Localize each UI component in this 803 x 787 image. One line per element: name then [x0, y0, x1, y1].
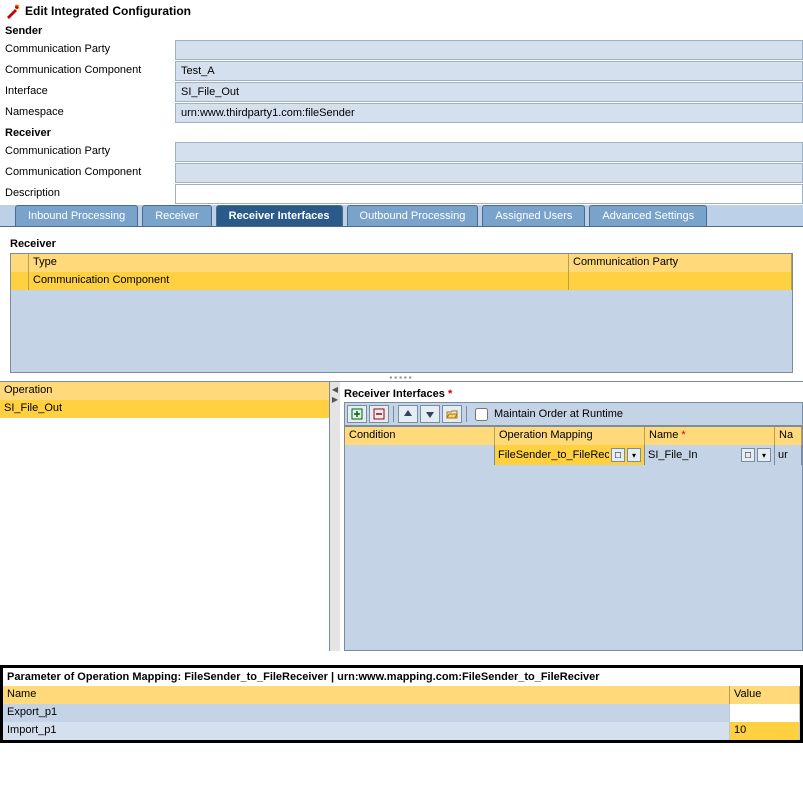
- sender-comm-party-label: Communication Party: [0, 40, 175, 60]
- splitter-right-icon[interactable]: ▶: [331, 396, 339, 404]
- param-value-export[interactable]: [730, 704, 800, 722]
- receiver-row-party[interactable]: [569, 272, 792, 290]
- receiver-comm-party-label: Communication Party: [0, 142, 175, 162]
- ri-cell-ns[interactable]: ur: [775, 445, 802, 465]
- sender-namespace-field[interactable]: urn:www.thirdparty1.com:fileSender: [175, 103, 803, 123]
- param-value-import[interactable]: 10: [730, 722, 800, 740]
- required-icon: *: [448, 388, 452, 400]
- sender-comm-comp-field[interactable]: Test_A: [175, 61, 803, 81]
- tab-outbound-processing[interactable]: Outbound Processing: [347, 205, 479, 226]
- move-up-button[interactable]: [398, 405, 418, 423]
- sender-comm-party-field[interactable]: [175, 40, 803, 60]
- delete-row-button[interactable]: [369, 405, 389, 423]
- ri-table-header: Condition Operation Mapping Name * Na: [345, 427, 802, 445]
- open-button[interactable]: [442, 405, 462, 423]
- add-row-button[interactable]: [347, 405, 367, 423]
- ri-table-row[interactable]: FileSender_to_FileRec ☐ ▾ SI_File_In ☐ ▾…: [345, 445, 802, 465]
- receiver-table-header: Type Communication Party: [11, 254, 792, 272]
- receiver-comm-comp-field[interactable]: [175, 163, 803, 183]
- ri-cell-opmap[interactable]: FileSender_to_FileRec ☐ ▾: [495, 445, 645, 465]
- receiver-interfaces-pane: Receiver Interfaces * Maintain Order at …: [340, 382, 803, 651]
- param-col-value[interactable]: Value: [730, 686, 800, 704]
- ri-col-condition[interactable]: Condition: [345, 427, 495, 445]
- sender-section-label: Sender: [0, 22, 803, 40]
- ri-toolbar: Maintain Order at Runtime: [344, 402, 803, 426]
- horizontal-splitter[interactable]: ▪▪▪▪▪: [0, 373, 803, 381]
- operation-pane: Operation SI_File_Out: [0, 382, 330, 651]
- value-help-icon[interactable]: ☐: [611, 448, 625, 462]
- ri-cell-name-text: SI_File_In: [648, 449, 739, 461]
- receiver-col-party[interactable]: Communication Party: [569, 254, 792, 272]
- vertical-splitter[interactable]: ◀ ▶: [330, 382, 340, 651]
- param-col-name[interactable]: Name: [3, 686, 730, 704]
- required-icon: *: [681, 429, 685, 441]
- ri-cell-opmap-text: FileSender_to_FileRec: [498, 449, 609, 461]
- ri-col-ns[interactable]: Na: [775, 427, 802, 445]
- receiver-table: Type Communication Party Communication C…: [10, 253, 793, 373]
- param-name-import: Import_p1: [3, 722, 730, 740]
- window-title: Edit Integrated Configuration: [25, 4, 191, 18]
- ri-col-opmap[interactable]: Operation Mapping: [495, 427, 645, 445]
- parameter-header: Name Value: [3, 686, 800, 704]
- receiver-col-type[interactable]: Type: [29, 254, 569, 272]
- sender-interface-field[interactable]: SI_File_Out: [175, 82, 803, 102]
- split-pane: Operation SI_File_Out ◀ ▶ Receiver Inter…: [0, 381, 803, 651]
- receiver-section-label: Receiver: [0, 124, 803, 142]
- tab-assigned-users[interactable]: Assigned Users: [482, 205, 585, 226]
- dropdown-icon[interactable]: ▾: [627, 448, 641, 462]
- wand-icon: [5, 3, 21, 19]
- receiver-comm-comp-label: Communication Component: [0, 163, 175, 183]
- ri-table: Condition Operation Mapping Name * Na Fi…: [344, 426, 803, 651]
- sender-namespace-label: Namespace: [0, 103, 175, 123]
- receiver-box: Receiver Type Communication Party Commun…: [10, 235, 793, 373]
- sender-comm-comp-label: Communication Component: [0, 61, 175, 81]
- param-row-export[interactable]: Export_p1: [3, 704, 800, 722]
- toolbar-separator: [393, 406, 394, 422]
- value-help-icon[interactable]: ☐: [741, 448, 755, 462]
- tab-inbound-processing[interactable]: Inbound Processing: [15, 205, 138, 226]
- receiver-box-label: Receiver: [10, 235, 793, 253]
- ri-cell-name[interactable]: SI_File_In ☐ ▾: [645, 445, 775, 465]
- ri-title: Receiver Interfaces *: [344, 386, 803, 402]
- receiver-row-corner[interactable]: [11, 272, 29, 290]
- tab-strip: Inbound Processing Receiver Receiver Int…: [0, 205, 803, 227]
- maintain-order-checkbox[interactable]: [475, 408, 488, 421]
- toolbar-separator-2: [466, 406, 467, 422]
- parameter-title: Parameter of Operation Mapping: FileSend…: [3, 668, 800, 686]
- maintain-order-label: Maintain Order at Runtime: [494, 408, 623, 420]
- tab-advanced-settings[interactable]: Advanced Settings: [589, 205, 707, 226]
- move-down-button[interactable]: [420, 405, 440, 423]
- ri-col-name[interactable]: Name *: [645, 427, 775, 445]
- operation-row[interactable]: SI_File_Out: [0, 400, 329, 418]
- receiver-row-type[interactable]: Communication Component: [29, 272, 569, 290]
- tab-receiver-interfaces[interactable]: Receiver Interfaces: [216, 205, 343, 226]
- operation-header: Operation: [0, 382, 329, 400]
- tab-receiver[interactable]: Receiver: [142, 205, 211, 226]
- dropdown-icon[interactable]: ▾: [757, 448, 771, 462]
- param-name-export: Export_p1: [3, 704, 730, 722]
- splitter-left-icon[interactable]: ◀: [331, 386, 339, 394]
- ri-title-text: Receiver Interfaces: [344, 388, 445, 400]
- receiver-comm-party-field[interactable]: [175, 142, 803, 162]
- receiver-description-label: Description: [0, 184, 175, 204]
- receiver-table-corner: [11, 254, 29, 272]
- window-title-bar: Edit Integrated Configuration: [0, 0, 803, 22]
- ri-col-name-text: Name: [649, 429, 678, 441]
- receiver-description-field[interactable]: [175, 184, 803, 204]
- receiver-table-row[interactable]: Communication Component: [11, 272, 792, 290]
- parameter-box: Parameter of Operation Mapping: FileSend…: [0, 665, 803, 743]
- operation-body: [0, 418, 329, 651]
- sender-interface-label: Interface: [0, 82, 175, 102]
- param-row-import[interactable]: Import_p1 10: [3, 722, 800, 740]
- ri-cell-condition[interactable]: [345, 445, 495, 465]
